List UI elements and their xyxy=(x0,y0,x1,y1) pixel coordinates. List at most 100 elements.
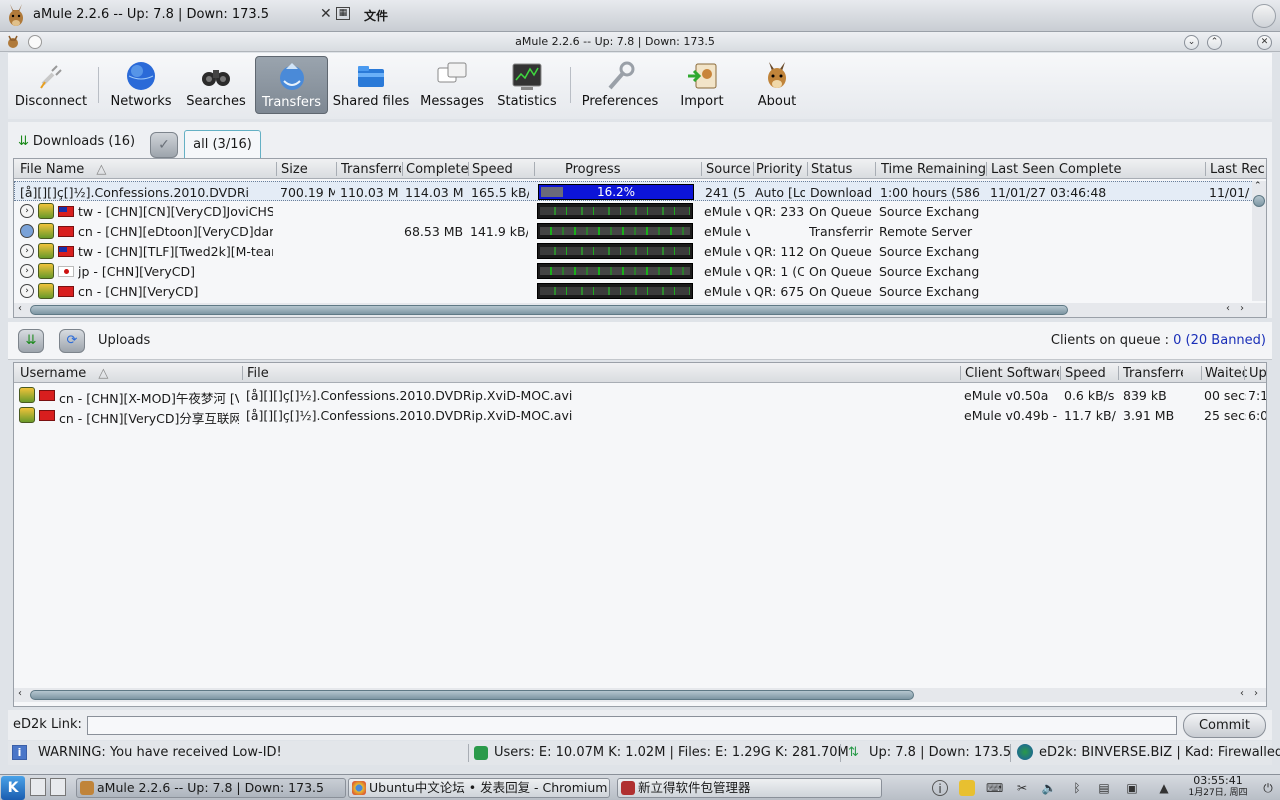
category-tab-all[interactable]: all (3/16) xyxy=(184,130,261,160)
scroll-right-icon[interactable]: › xyxy=(1254,688,1258,699)
task-synaptic[interactable]: 新立得软件包管理器 xyxy=(617,778,882,798)
source-row[interactable]: › cn - [CHN][VeryCD] eMule v QR: 675 On … xyxy=(14,281,1266,301)
bluetooth-tray-icon[interactable]: ᛒ xyxy=(1069,780,1085,796)
scroll-up-icon[interactable]: ⌃ xyxy=(1254,181,1262,191)
clipboard-tray-icon[interactable]: ▤ xyxy=(1096,780,1112,796)
col-transferred[interactable]: Transferre xyxy=(341,162,401,177)
import-button[interactable]: Import xyxy=(668,56,736,114)
col-waited[interactable]: Waited xyxy=(1205,366,1247,381)
column-separator[interactable] xyxy=(753,162,754,176)
tray-expand-icon[interactable]: ▲ xyxy=(1156,780,1172,796)
shared-files-button[interactable]: Shared files xyxy=(331,56,411,114)
close-icon[interactable]: ✕ xyxy=(1257,35,1272,50)
amule-tray-icon[interactable] xyxy=(959,780,975,796)
col-username[interactable]: Username △ xyxy=(20,366,240,381)
column-separator[interactable] xyxy=(402,162,403,176)
volume-tray-icon[interactable]: 🔈 xyxy=(1041,780,1057,796)
column-separator[interactable] xyxy=(1244,366,1245,380)
keyboard-tray-icon[interactable]: ⌨ xyxy=(986,780,1003,796)
minimize-icon[interactable]: ⌄ xyxy=(1184,35,1199,50)
import-label: Import xyxy=(680,94,724,109)
scroll-right-icon[interactable]: › xyxy=(1240,303,1244,314)
task-amule[interactable]: aMule 2.2.6 -- Up: 7.8 | Down: 173.5 xyxy=(76,778,346,798)
column-separator[interactable] xyxy=(1118,366,1119,380)
source-row[interactable]: › jp - [CHN][VeryCD] eMule v QR: 1 (C On… xyxy=(14,261,1266,281)
window-menu-button[interactable] xyxy=(1252,4,1276,28)
logout-icon[interactable]: ⏻ xyxy=(1260,780,1276,796)
scroll-left-icon[interactable]: ‹ xyxy=(18,688,22,699)
col-last-seen-complete[interactable]: Last Seen Complete xyxy=(991,162,1201,177)
searches-button[interactable]: Searches xyxy=(180,56,252,114)
show-downloads-toggle-icon[interactable]: ⇊ xyxy=(18,329,44,353)
col-size[interactable]: Size xyxy=(281,162,335,177)
statistics-button[interactable]: Statistics xyxy=(490,56,564,114)
source-row[interactable]: cn - [CHN][eDtoon][VeryCD]dar 68.53 MB 1… xyxy=(14,221,1266,241)
scrollbar-thumb[interactable] xyxy=(30,690,914,700)
info-tray-icon[interactable]: i xyxy=(932,780,948,796)
downloads-horizontal-scrollbar[interactable]: ‹ ‹ › xyxy=(14,303,1266,317)
col-upload-time[interactable]: Up xyxy=(1249,366,1266,381)
column-separator[interactable] xyxy=(1060,366,1061,380)
scrollbar-thumb[interactable] xyxy=(30,305,1068,315)
uploads-horizontal-scrollbar[interactable]: ‹ ‹ › xyxy=(14,688,1266,702)
column-separator[interactable] xyxy=(1201,366,1202,380)
ed2k-link-input[interactable] xyxy=(87,716,1177,735)
ime-keyboard-icon[interactable]: ▦ xyxy=(336,7,350,20)
col-speed[interactable]: Speed xyxy=(472,162,532,177)
about-button[interactable]: About xyxy=(740,56,814,114)
disconnect-button[interactable]: Disconnect xyxy=(12,56,90,114)
column-separator[interactable] xyxy=(242,366,243,380)
col-status[interactable]: Status xyxy=(811,162,873,177)
col-file[interactable]: File xyxy=(247,366,947,381)
source-row[interactable]: › tw - [CHN][TLF][Twed2k][M-tear eMule v… xyxy=(14,241,1266,261)
col-transferred[interactable]: Transferre xyxy=(1123,366,1183,381)
column-separator[interactable] xyxy=(875,162,876,176)
scroll-left-icon[interactable]: ‹ xyxy=(18,303,22,314)
scissors-tray-icon[interactable]: ✂ xyxy=(1014,780,1030,796)
scroll-left-icon[interactable]: ‹ xyxy=(1226,303,1230,314)
col-priority[interactable]: Priority xyxy=(756,162,806,177)
preferences-label: Preferences xyxy=(581,94,659,109)
column-separator[interactable] xyxy=(1205,162,1206,176)
column-separator[interactable] xyxy=(276,162,277,176)
ime-label[interactable]: 文件 xyxy=(364,7,388,24)
printer-tray-icon[interactable]: ▣ xyxy=(1124,780,1140,796)
column-separator[interactable] xyxy=(960,366,961,380)
messages-button[interactable]: Messages xyxy=(414,56,490,114)
col-time-remaining[interactable]: Time Remaining xyxy=(881,162,985,177)
column-separator[interactable] xyxy=(468,162,469,176)
col-file-name[interactable]: File Name △ xyxy=(20,162,270,177)
column-separator[interactable] xyxy=(701,162,702,176)
downloads-pane: ⇊ Downloads (16) ✓ all (3/16) File Name △… xyxy=(8,122,1272,318)
clock[interactable]: 03:55:41 1月27日, 周四 xyxy=(1180,775,1256,799)
column-separator[interactable] xyxy=(534,162,535,176)
maximize-icon[interactable]: ⌃ xyxy=(1207,35,1222,50)
col-speed[interactable]: Speed xyxy=(1065,366,1117,381)
col-completed[interactable]: Complete xyxy=(406,162,468,177)
task-chromium[interactable]: Ubuntu中文论坛 • 发表回复 - Chromium xyxy=(348,778,610,798)
downloads-vertical-scrollbar[interactable]: ⌃ xyxy=(1252,181,1266,301)
scroll-left-icon[interactable]: ‹ xyxy=(1240,688,1244,699)
column-separator[interactable] xyxy=(336,162,337,176)
source-row[interactable]: › tw - [CHN][CN][VeryCD]JoviCHS eMule v … xyxy=(14,201,1266,221)
upload-row[interactable]: cn - [CHN][VeryCD]分享互联网 [å][][]ç[]½].Con… xyxy=(14,405,1266,426)
col-progress[interactable]: Progress xyxy=(565,162,665,177)
transfers-button[interactable]: Transfers xyxy=(255,56,328,114)
scrollbar-thumb[interactable] xyxy=(1253,195,1265,207)
upload-row[interactable]: cn - [CHN][X-MOD]午夜梦河 [V [å][][]ç[]½].Co… xyxy=(14,385,1266,406)
clear-completed-button[interactable]: ✓ xyxy=(150,132,178,158)
column-separator[interactable] xyxy=(807,162,808,176)
show-queue-toggle-icon[interactable]: ⟳ xyxy=(59,329,85,353)
preferences-button[interactable]: Preferences xyxy=(576,56,664,114)
desktop-1-icon[interactable] xyxy=(30,778,46,796)
download-file-row[interactable]: [å][][]ç[]½].Confessions.2010.DVDRi 700.… xyxy=(14,181,1266,201)
col-client-software[interactable]: Client Software xyxy=(965,366,1059,381)
col-last-received[interactable]: Last Rec xyxy=(1210,162,1266,177)
desktop-2-icon[interactable] xyxy=(50,778,66,796)
col-sources[interactable]: Source xyxy=(706,162,752,177)
ime-close-icon[interactable]: ✕ xyxy=(320,6,332,22)
start-menu-icon[interactable]: K xyxy=(1,776,25,800)
commit-button[interactable]: Commit xyxy=(1183,713,1266,738)
networks-button[interactable]: Networks xyxy=(102,56,180,114)
column-separator[interactable] xyxy=(986,162,987,176)
